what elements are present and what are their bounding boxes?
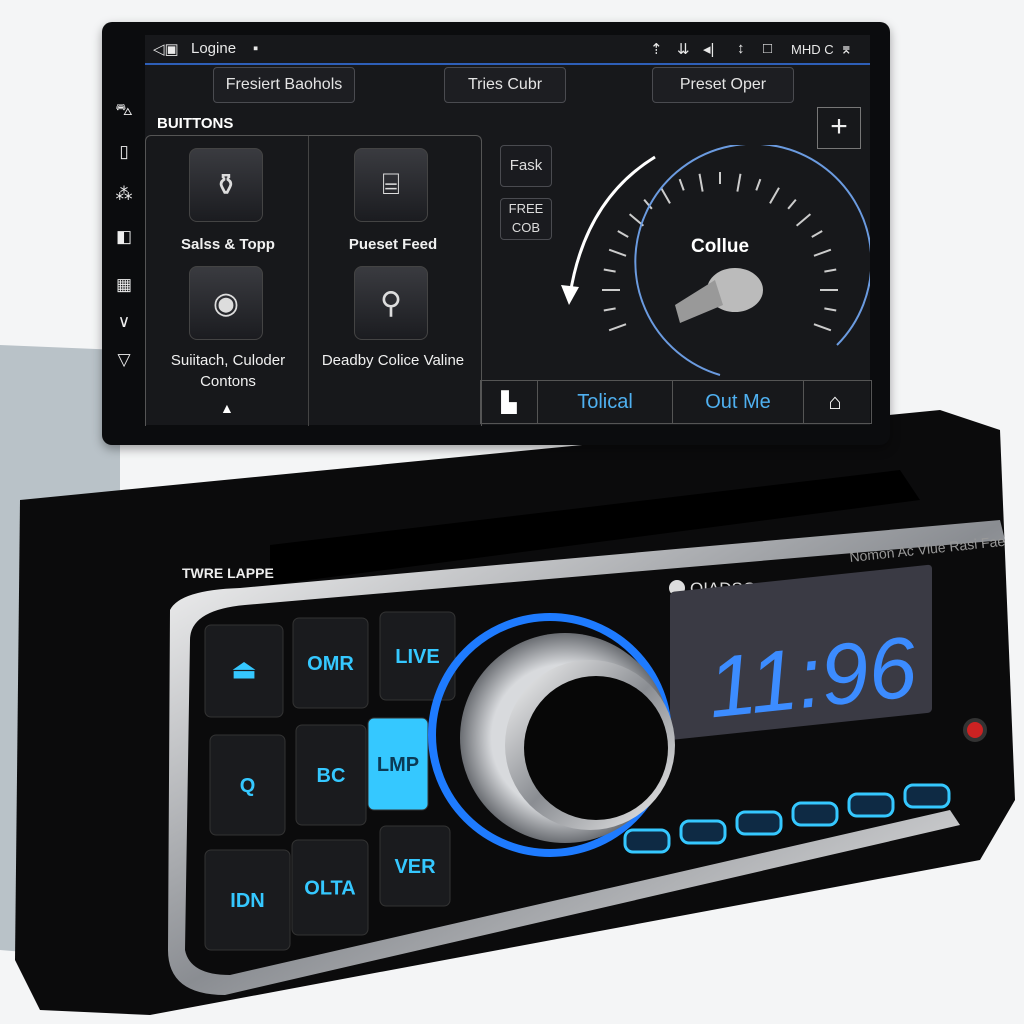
preset-button[interactable] [735,810,783,836]
seat-icon[interactable]: ▙ [481,381,538,423]
apps-icon[interactable]: ⁂ [114,184,134,204]
tile-label: Deadby Colice Valine [321,352,465,369]
face-circle-icon: ◉ [212,286,240,320]
button-label: LMP [377,754,419,776]
map-icon[interactable]: ▦ [114,275,134,295]
chevron-down-icon[interactable]: ∨ [114,312,134,332]
dial-tick [660,187,671,204]
button-label: OMR [307,653,354,675]
dial-tick [698,173,704,192]
home-icon[interactable]: ⌂ [804,381,866,423]
status-title: Logine [191,40,237,57]
aux-jack[interactable] [963,718,987,742]
button-label: LIVE [395,646,439,668]
brand-left-label: TWRE LAPPE [182,565,274,581]
dial-tick [617,230,629,238]
dial-tick [813,248,832,257]
navigation-icon: ⇡ [650,41,663,58]
tile-label: Salss & Topp [181,236,275,253]
tab-out-me[interactable]: Out Me [673,381,804,423]
back-arrow-icon[interactable]: ◁▣ [153,40,179,58]
dial-tick [755,178,762,191]
bow-icon: ⚲ [380,286,402,320]
dial-tick [603,307,616,312]
dial-tick [811,230,823,238]
dial-label: Collue [691,236,749,257]
triangle-down-icon[interactable]: ▽ [114,350,134,370]
scroll-up-icon[interactable]: ▲ [220,400,234,416]
phone-icon[interactable]: ▯ [114,142,134,162]
dial-tick [787,198,797,210]
car-icon[interactable]: ⛍ [114,100,134,122]
preset-button[interactable] [847,792,895,818]
knob-center[interactable] [524,676,668,820]
tile-label: Suiitach, Culoder Contons [170,352,286,390]
top-button-1[interactable]: Fresiert Baohols [213,67,355,103]
preset-button[interactable] [623,828,671,854]
dial-tick [813,323,832,332]
tile-deadby[interactable]: ⚲ [354,266,428,340]
preset-button[interactable] [903,783,951,809]
button-label: VER [394,856,436,878]
tile-suiitach[interactable]: ◉ [189,266,263,340]
tab-tolical[interactable]: Tolical [538,381,673,423]
button-label: BC [317,765,346,787]
dial-tick [824,307,837,312]
tile-salss-topp[interactable]: ⚱ [189,148,263,222]
preset-button[interactable] [791,801,839,827]
dial-tick [795,213,812,227]
display-area: ◁▣ Logine ▪ ⇡ ⇊ ◂| ↕ □ MHD C ⌆ Fresiert … [145,35,872,426]
cabinet-icon: ⌸ [382,168,400,201]
dial-tick [608,248,627,257]
dial-tick [608,323,627,332]
lock-icon: ⏏ [232,654,257,684]
bottles-icon: ⚱ [213,168,239,202]
updown-icon: ↕ [737,40,745,57]
top-button-3[interactable]: Preset Oper [652,67,794,103]
dial-tick [769,187,780,204]
status-bar: ◁▣ Logine ▪ ⇡ ⇊ ◂| ↕ □ MHD C ⌆ [145,35,870,65]
tile-pueset-feed[interactable]: ⌸ [354,148,428,222]
profile-icon[interactable]: ⌆ [840,40,853,58]
preset-button[interactable] [679,819,727,845]
dial-gauge[interactable]: Collue [545,145,870,380]
tile-label: Pueset Feed [348,236,438,253]
button-label: IDN [230,890,264,912]
dial-tick [678,178,685,191]
button-label: OLTA [304,878,355,900]
split-icon[interactable]: ◧ [114,227,134,247]
dial-tick [824,268,837,273]
section-title: BUITTONS [157,115,234,132]
buttons-panel: ⚱ Salss & Topp ⌸ Pueset Feed ◉ Suiitach,… [145,135,482,426]
dial-tick [603,268,616,273]
button-label: Q [240,775,256,797]
touchscreen-display: ⛍ ▯ ⁂ ◧ ▦ ∨ ▽ ◁▣ Logine ▪ ⇡ ⇊ ◂| ↕ □ MHD… [102,22,890,445]
square-icon: □ [763,40,773,57]
dial-tick [736,173,742,192]
add-button[interactable]: + [817,107,861,149]
volume-icon: ◂| [703,41,715,58]
top-button-2[interactable]: Tries Cubr [444,67,566,103]
status-text: MHD C [791,42,834,57]
bottom-bar: ▙ Tolical Out Me ⌂ [480,380,872,424]
signal-icon: ⇊ [677,41,690,58]
sd-card-icon: ▪ [253,40,259,57]
